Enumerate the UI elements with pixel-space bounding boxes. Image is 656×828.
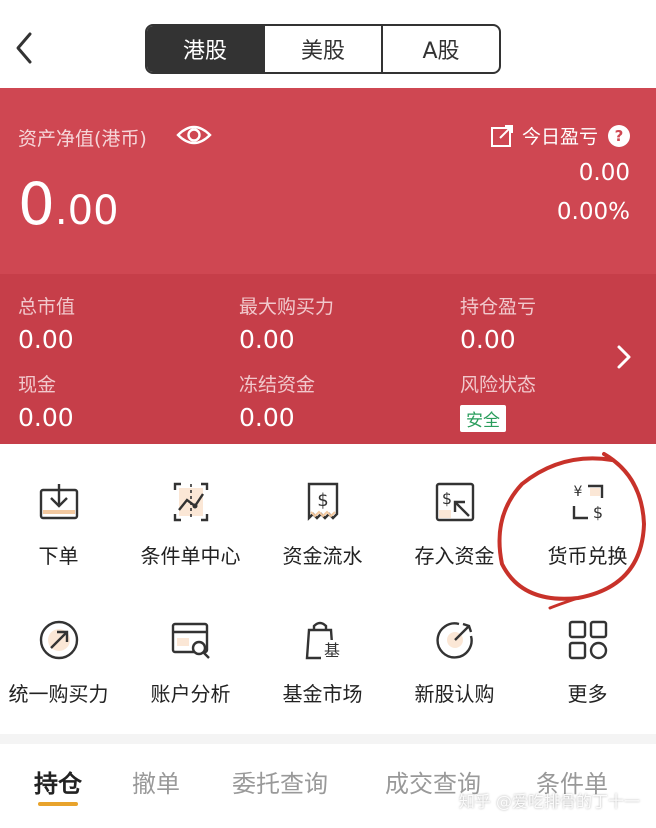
net-value: 0.00 xyxy=(18,174,119,241)
stat-cash: 现金 0.00 xyxy=(18,370,74,432)
purchasing-power-icon xyxy=(39,620,78,660)
tab-a-shares[interactable]: A股 xyxy=(381,26,499,72)
function-label: 统一购买力 xyxy=(8,682,109,706)
svg-text:基: 基 xyxy=(323,641,339,660)
function-ipo-subscription[interactable]: 新股认购 xyxy=(389,618,520,738)
help-icon[interactable]: ? xyxy=(608,124,630,147)
stat-max-buying-power: 最大购买力 0.00 xyxy=(239,292,334,354)
order-tabs: 持仓 撤单 委托查询 成交查询 条件单 知乎 @爱吃排骨的丁十一 xyxy=(0,744,656,828)
svg-text:$: $ xyxy=(317,490,328,511)
tab-us-stocks[interactable]: 美股 xyxy=(263,26,381,72)
function-label: 更多 xyxy=(567,682,608,706)
conditional-order-icon xyxy=(173,482,208,522)
fund-market-icon: 基 xyxy=(305,621,343,660)
function-account-analysis[interactable]: 账户分析 xyxy=(125,618,256,738)
today-pnl-header[interactable]: 今日盈亏 ? xyxy=(490,122,630,149)
stat-label: 总市值 xyxy=(18,296,76,318)
section-divider xyxy=(0,734,656,744)
function-label: 资金流水 xyxy=(282,544,363,568)
net-value-decimal: .00 xyxy=(54,188,119,234)
stat-risk-status: 风险状态 安全 xyxy=(460,370,536,432)
function-grid: 下单 条件单中心 $ 资金流水 $ 存入资金 ¥ $ 货币兑换 统一购买力 账户… xyxy=(0,444,656,734)
deposit-icon: $ xyxy=(435,482,474,522)
tab-hk-stocks[interactable]: 港股 xyxy=(147,26,263,72)
stat-value: 0.00 xyxy=(239,403,295,432)
eye-icon[interactable] xyxy=(176,122,212,148)
svg-text:¥: ¥ xyxy=(573,484,582,500)
risk-status-badge: 安全 xyxy=(460,405,506,432)
svg-text:$: $ xyxy=(592,503,602,522)
net-value-integer: 0 xyxy=(18,170,55,238)
account-analysis-icon xyxy=(171,622,210,659)
watermark: 知乎 @爱吃排骨的丁十一 xyxy=(458,792,640,811)
tab-positions[interactable]: 持仓 xyxy=(34,764,82,799)
back-arrow-icon[interactable] xyxy=(8,24,44,72)
stat-frozen-funds: 冻结资金 0.00 xyxy=(239,370,315,432)
account-summary-card: 资产净值(港币) 今日盈亏 ? 0.00 0.00 0.00% 总市值 0.00… xyxy=(0,88,656,444)
tab-order-query[interactable]: 委托查询 xyxy=(232,764,328,799)
function-fund-market[interactable]: 基 基金市场 xyxy=(257,618,388,738)
chevron-right-icon[interactable] xyxy=(614,342,634,372)
tab-cancel-orders[interactable]: 撤单 xyxy=(132,764,180,799)
stat-label: 现金 xyxy=(18,374,57,396)
stat-label: 持仓盈亏 xyxy=(460,296,537,318)
net-value-label: 资产净值(港币) xyxy=(18,128,147,150)
edit-icon xyxy=(490,124,513,147)
stat-label: 风险状态 xyxy=(460,374,537,396)
function-label: 新股认购 xyxy=(414,682,495,706)
function-label: 下单 xyxy=(38,544,79,568)
function-label: 基金市场 xyxy=(282,682,363,706)
stat-value: 0.00 xyxy=(18,325,74,354)
function-label: 货币兑换 xyxy=(547,544,628,568)
ipo-subscription-icon xyxy=(435,622,473,659)
function-label: 存入资金 xyxy=(414,544,495,568)
function-more[interactable]: 更多 xyxy=(522,618,653,738)
function-place-order[interactable]: 下单 xyxy=(0,480,124,600)
stat-value: 0.00 xyxy=(18,403,74,432)
account-stats[interactable]: 总市值 0.00 最大购买力 0.00 持仓盈亏 0.00 现金 0.00 冻结… xyxy=(0,274,656,444)
stat-label: 冻结资金 xyxy=(239,374,316,396)
top-bar: 港股 美股 A股 xyxy=(0,0,656,90)
stat-label: 最大购买力 xyxy=(239,296,335,318)
stat-value: 0.00 xyxy=(239,325,295,354)
stat-total-market-value: 总市值 0.00 xyxy=(18,292,75,354)
function-currency-exchange[interactable]: ¥ $ 货币兑换 xyxy=(522,480,653,600)
function-unified-purchasing-power[interactable]: 统一购买力 xyxy=(0,618,124,738)
today-pnl-label: 今日盈亏 xyxy=(521,126,598,148)
function-label: 账户分析 xyxy=(150,682,231,706)
function-fund-flow[interactable]: $ 资金流水 xyxy=(257,480,388,600)
stat-position-pnl: 持仓盈亏 0.00 xyxy=(460,292,536,354)
more-grid-icon xyxy=(568,620,607,660)
function-deposit-funds[interactable]: $ 存入资金 xyxy=(389,480,520,600)
today-pnl-percent: 0.00% xyxy=(556,199,630,225)
download-tray-icon xyxy=(39,484,78,520)
function-label: 条件单中心 xyxy=(140,544,241,568)
market-segmented-control: 港股 美股 A股 xyxy=(145,24,501,74)
active-tab-indicator xyxy=(38,802,78,806)
fund-flow-icon: $ xyxy=(307,482,338,521)
function-conditional-order-center[interactable]: 条件单中心 xyxy=(125,480,256,600)
currency-exchange-icon: ¥ $ xyxy=(572,484,603,522)
today-pnl-value: 0.00 xyxy=(578,160,630,186)
svg-text:$: $ xyxy=(441,489,451,508)
account-summary-top: 资产净值(港币) 今日盈亏 ? 0.00 0.00 0.00% xyxy=(0,88,656,274)
stat-value: 0.00 xyxy=(460,325,516,354)
